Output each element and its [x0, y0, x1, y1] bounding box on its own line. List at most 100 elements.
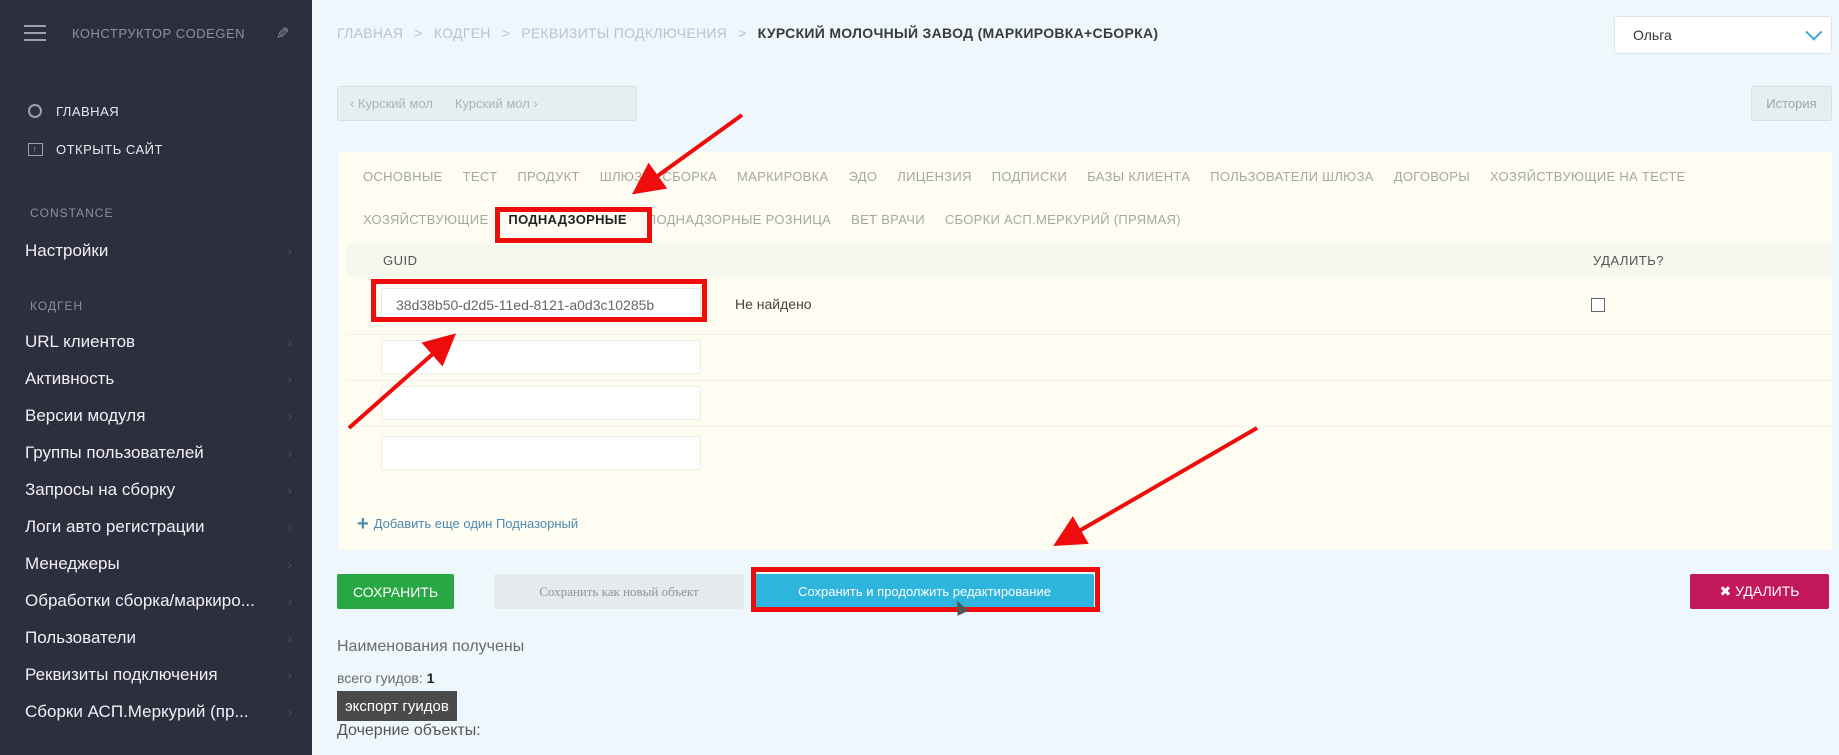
sidebar-item[interactable]: Группы пользователей › [0, 434, 312, 471]
tab[interactable]: ОСНОВНЫЕ [363, 169, 443, 184]
tab[interactable]: БАЗЫ КЛИЕНТА [1087, 169, 1190, 184]
sidebar-item-label: Пользователи [25, 627, 136, 647]
breadcrumb: ГЛАВНАЯ > КОДГЕН > РЕКВИЗИТЫ ПОДКЛЮЧЕНИЯ > КУР… [337, 25, 1158, 41]
save-and-continue-button[interactable]: Сохранить и продолжить редактирование [755, 574, 1094, 609]
history-button[interactable]: История [1751, 86, 1832, 121]
sidebar-link-home[interactable]: ГЛАВНАЯ [26, 92, 312, 130]
sidebar-item-label: Группы пользователей [25, 442, 204, 462]
sidebar-item[interactable]: Обработки сборка/маркиро... › [0, 582, 312, 619]
chevron-right-icon: › [287, 518, 292, 535]
tab[interactable]: СБОРКА [662, 169, 717, 184]
tab[interactable]: ШЛЮЗ [600, 169, 643, 184]
sidebar-item[interactable]: Менеджеры › [0, 545, 312, 582]
tab[interactable]: ПОДПИСКИ [992, 169, 1067, 184]
tab[interactable]: ПОДНАДЗОРНЫЕ РОЗНИЦА [647, 212, 831, 227]
open-site-icon: ↑ [26, 140, 44, 158]
chevron-right-icon: › [287, 555, 292, 572]
sidebar-item[interactable]: Активность › [0, 360, 312, 397]
table-header: GUID УДАЛИТЬ? [347, 244, 1832, 276]
chevron-right-icon: › [287, 444, 292, 461]
export-guids-button[interactable]: экспорт гуидов [337, 691, 457, 721]
breadcrumb-current: КУРСКИЙ МОЛОЧНЫЙ ЗАВОД (МАРКИРОВКА+СБОРК… [757, 25, 1159, 41]
table-row [347, 426, 1832, 472]
save-button[interactable]: СОХРАНИТЬ [337, 574, 454, 609]
user-name: Ольга [1633, 27, 1672, 43]
names-received-text: Наименования получены [337, 638, 525, 655]
sidebar-link-open-site[interactable]: ↑ ОТКРЫТЬ САЙТ [26, 130, 312, 168]
sidebar-header: КОНСТРУКТОР CODEGEN ✎ [0, 0, 312, 66]
breadcrumb-link-home[interactable]: ГЛАВНАЯ [337, 25, 403, 41]
object-navigation: ‹ Курский мол Курский мол › [337, 86, 637, 121]
add-row-label: Добавить еще один Подназорный [373, 516, 579, 531]
guid-field-empty[interactable] [381, 340, 701, 374]
home-icon [26, 102, 44, 120]
status-text: Не найдено [735, 296, 812, 312]
chevron-down-icon [1805, 23, 1823, 41]
child-objects-label: Дочерние объекты: [337, 722, 481, 739]
tab[interactable]: ПОДНАДЗОРНЫЕ [508, 212, 626, 227]
sidebar-item-label: Реквизиты подключения [25, 664, 218, 684]
menu-icon[interactable] [24, 25, 46, 41]
sidebar-item-settings[interactable]: Настройки › [0, 232, 312, 269]
tab[interactable]: ПРОДУКТ [517, 169, 579, 184]
sidebar-item-label: Версии модуля [25, 405, 146, 425]
user-select[interactable]: Ольга [1614, 16, 1832, 54]
guid-field-empty[interactable] [381, 436, 701, 470]
sidebar-item[interactable]: URL клиентов › [0, 323, 312, 360]
inline-panel: ОСНОВНЫЕ ТЕСТ ПРОДУКТ ШЛЮЗ СБОРКА МАРКИРОВКА Э… [339, 152, 1832, 550]
sidebar-item-label: Сборки АСП.Меркурий (пр... [25, 701, 249, 721]
chevron-right-icon: › [287, 333, 292, 350]
sidebar-item[interactable]: Запросы на сборку › [0, 471, 312, 508]
delete-button[interactable]: ✖ УДАЛИТЬ [1690, 574, 1829, 609]
tabs-row: ХОЗЯЙСТВУЮЩИЕ ПОДНАДЗОРНЫЕ ПОДНАДЗОРНЫЕ РО… [363, 212, 1201, 227]
sidebar-link-label: ОТКРЫТЬ САЙТ [56, 141, 163, 157]
tab[interactable]: ДОГОВОРЫ [1394, 169, 1470, 184]
add-row-link[interactable]: + Добавить еще один Подназорный [357, 512, 579, 535]
tab[interactable]: ПОЛЬЗОВАТЕЛИ ШЛЮЗА [1210, 169, 1374, 184]
tab[interactable]: МАРКИРОВКА [737, 169, 829, 184]
brand-title: КОНСТРУКТОР CODEGEN [72, 25, 246, 41]
tab[interactable]: ХОЗЯЙСТВУЮЩИЕ НА ТЕСТЕ [1490, 169, 1686, 184]
next-object-link[interactable]: Курский мол › [455, 96, 538, 111]
tab[interactable]: ТЕСТ [463, 169, 498, 184]
table-row: 38d38b50-d2d5-11ed-8121-a0d3c10285b Не н… [347, 276, 1832, 334]
chevron-right-icon: › [287, 592, 292, 609]
sidebar-item[interactable]: Версии модуля › [0, 397, 312, 434]
guid-field-empty[interactable] [381, 386, 701, 420]
sidebar-item-label: Менеджеры [25, 553, 120, 573]
guid-field[interactable]: 38d38b50-d2d5-11ed-8121-a0d3c10285b [381, 288, 701, 322]
chevron-right-icon: › [287, 703, 292, 720]
sidebar-item-label: Активность [25, 368, 115, 388]
save-as-new-button[interactable]: Сохранить как новый объект [494, 574, 744, 609]
sidebar-item-label: Настройки [25, 240, 109, 260]
prev-object-link[interactable]: ‹ Курский мол [350, 96, 433, 111]
table-row [347, 380, 1832, 426]
tab[interactable]: ХОЗЯЙСТВУЮЩИЕ [363, 212, 488, 227]
plus-icon: + [357, 512, 369, 535]
breadcrumb-link-requisites[interactable]: РЕКВИЗИТЫ ПОДКЛЮЧЕНИЯ [521, 25, 727, 41]
table-row [347, 334, 1832, 380]
chevron-right-icon: › [287, 666, 292, 683]
sidebar-item[interactable]: Реквизиты подключения › [0, 656, 312, 693]
chevron-right-icon: › [287, 370, 292, 387]
tab[interactable]: ЛИЦЕНЗИЯ [897, 169, 972, 184]
sidebar-link-label: ГЛАВНАЯ [56, 103, 120, 119]
sidebar-item[interactable]: Пользователи › [0, 619, 312, 656]
pin-icon[interactable]: ✎ [271, 26, 291, 39]
sidebar-section-items: URL клиентов › Активность › Версии модуля › Гр… [0, 323, 312, 730]
chevron-right-icon: › [287, 407, 292, 424]
delete-checkbox[interactable] [1591, 298, 1605, 312]
column-header-delete: УДАЛИТЬ? [1593, 253, 1665, 268]
tab[interactable]: СБОРКИ АСП.МЕРКУРИЙ (ПРЯМАЯ) [945, 212, 1181, 227]
sidebar-item[interactable]: Логи авто регистрации › [0, 508, 312, 545]
breadcrumb-separator: > [501, 25, 511, 41]
column-header-guid: GUID [383, 253, 418, 268]
tab[interactable]: ВЕТ ВРАЧИ [851, 212, 925, 227]
guid-count-value: 1 [426, 670, 435, 686]
tab[interactable]: ЭДО [849, 169, 878, 184]
sidebar-section-title: КОДГЕН [30, 299, 84, 313]
sidebar-item-label: Запросы на сборку [25, 479, 176, 499]
sidebar: КОНСТРУКТОР CODEGEN ✎ ГЛАВНАЯ ↑ ОТКРЫТЬ … [0, 0, 312, 755]
breadcrumb-link-kodgen[interactable]: КОДГЕН [434, 25, 491, 41]
sidebar-item[interactable]: Сборки АСП.Меркурий (пр... › [0, 693, 312, 730]
